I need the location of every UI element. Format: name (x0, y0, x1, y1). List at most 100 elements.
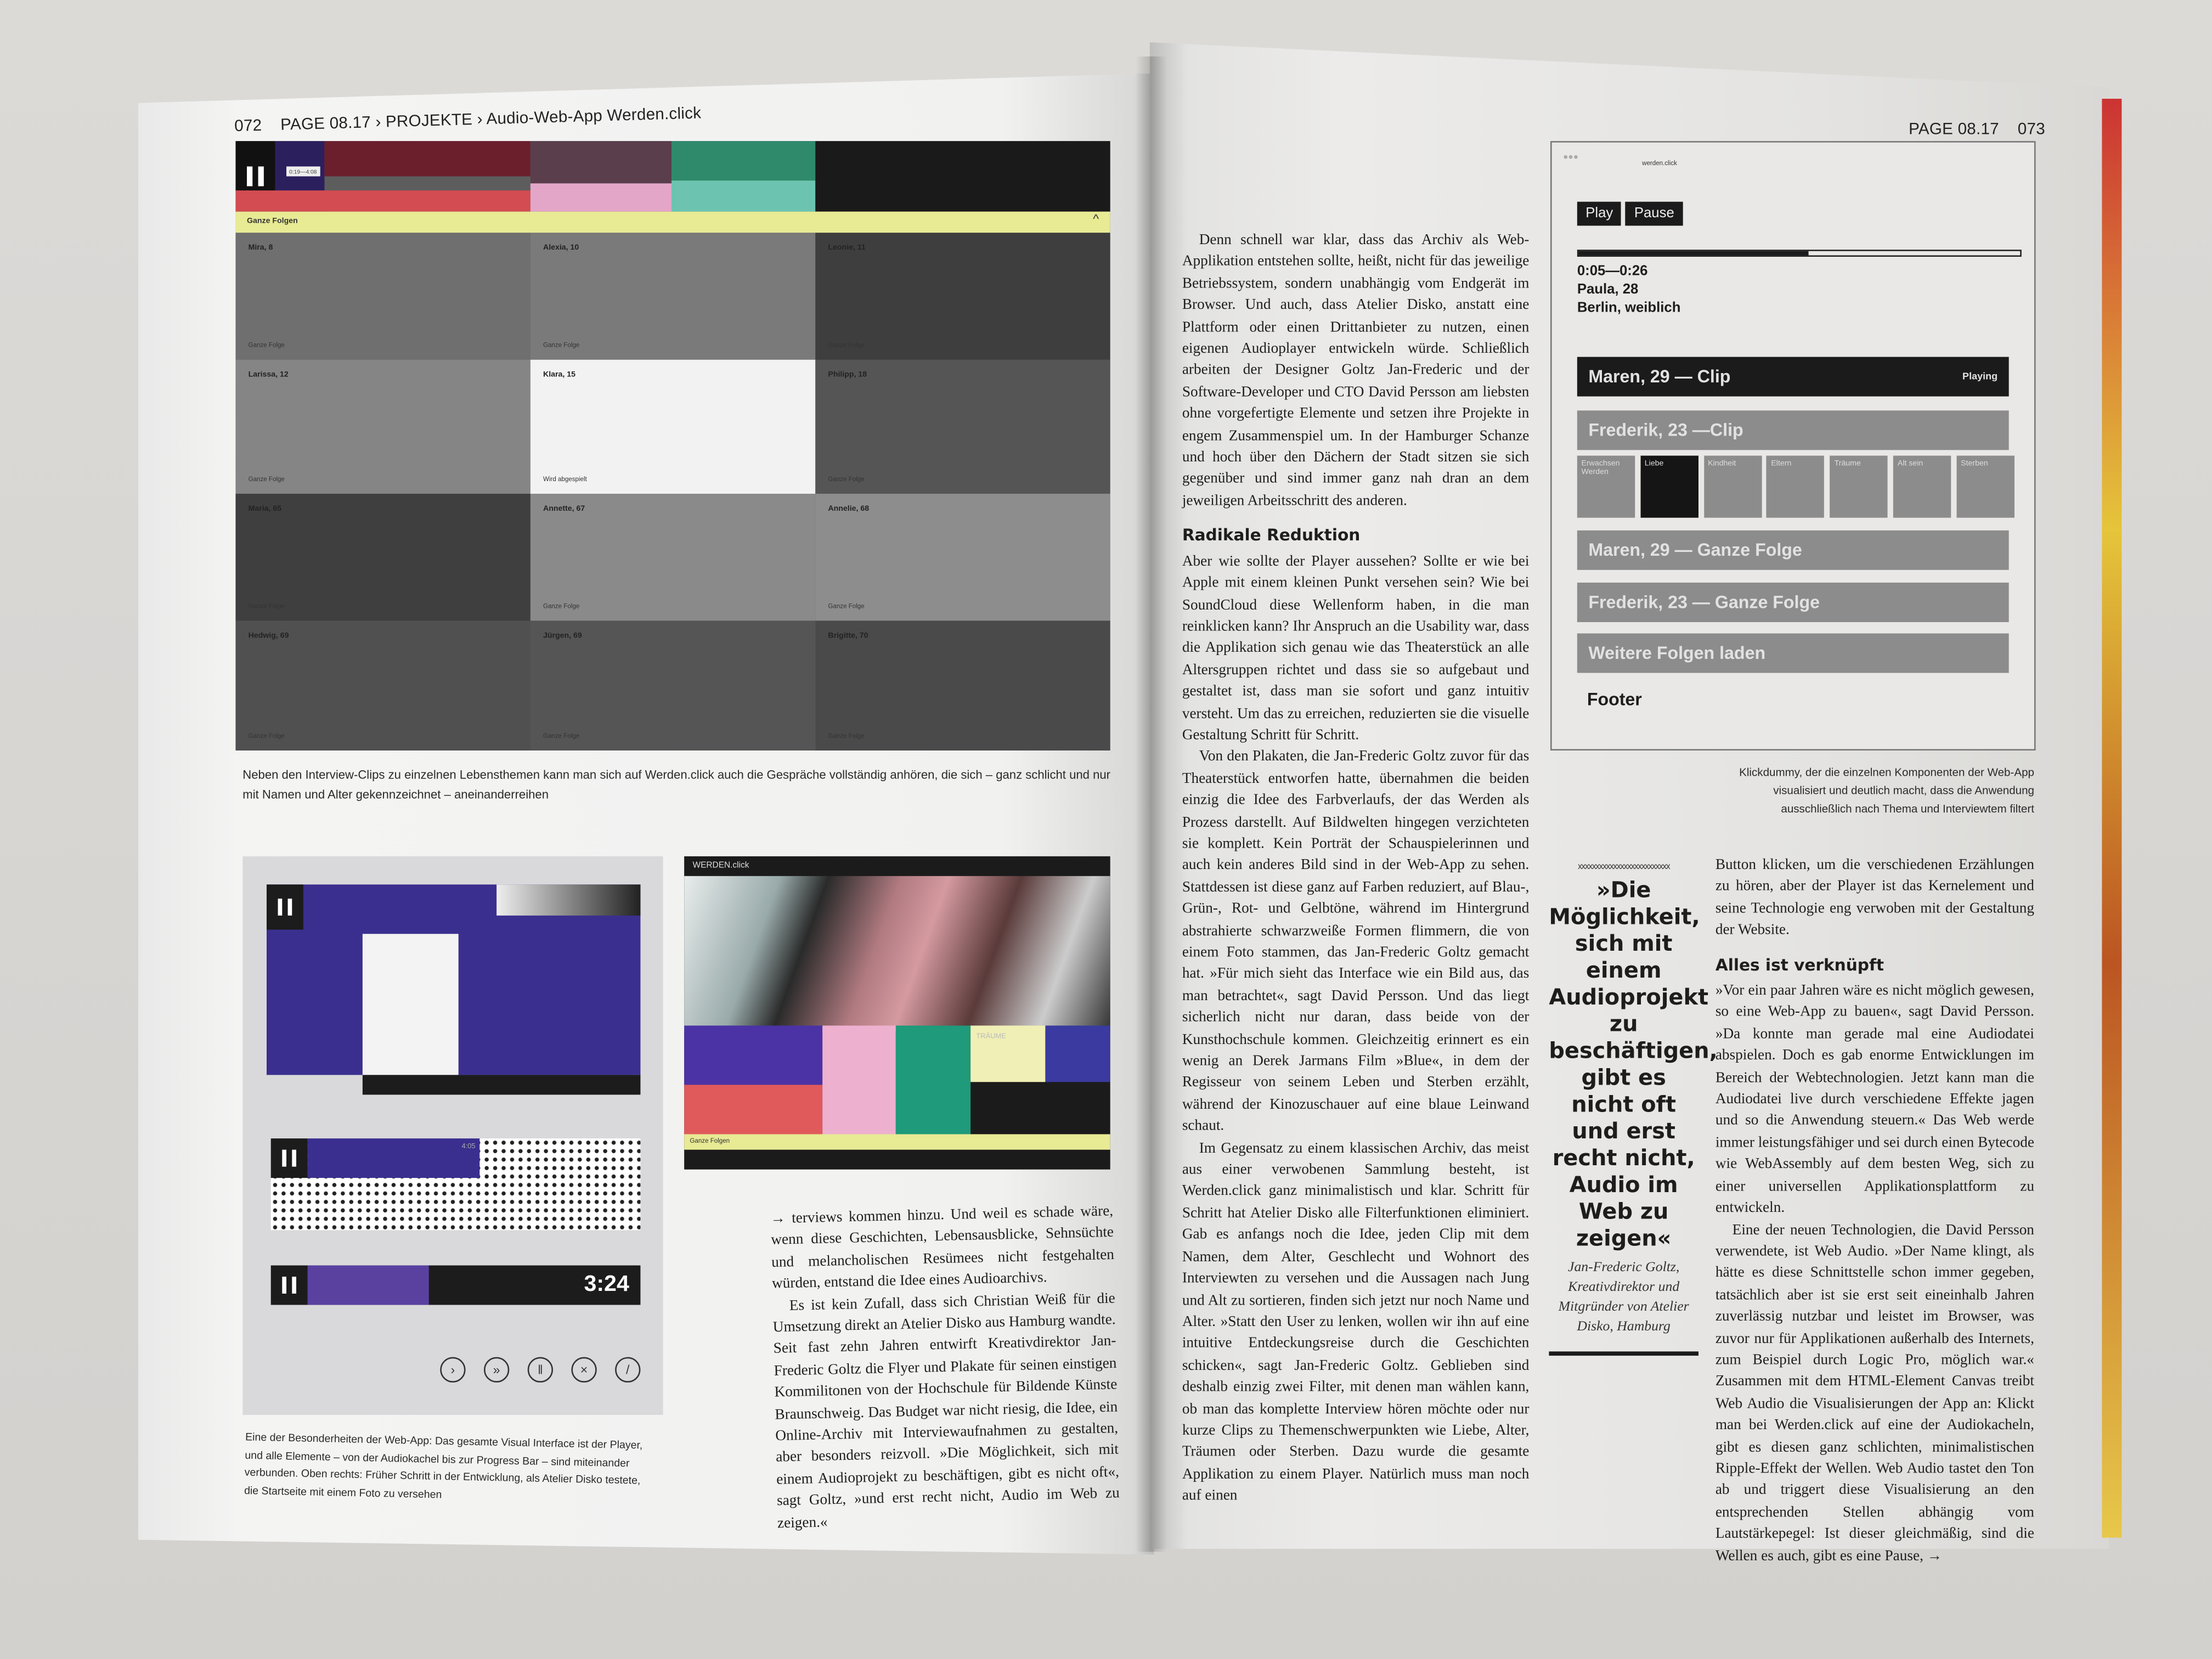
pause-button[interactable]: Pause (1626, 201, 1683, 226)
progress-fill (307, 1265, 429, 1305)
tile-name: Philipp, 18 (828, 371, 867, 380)
topic-tile[interactable]: Sterben (1956, 455, 2015, 518)
progress-fill: 4:05 (307, 1138, 480, 1178)
tile-name: Leonie, 11 (828, 244, 866, 253)
speaker: Paula, 28 (1577, 282, 1639, 298)
color-tile (895, 1025, 971, 1142)
section-bar[interactable]: Ganze Folgen ^ (235, 211, 1110, 233)
decorative-rule: xxxxxxxxxxxxxxxxxxxxxxxxxx (1578, 863, 1670, 872)
dotted-pattern: 4:05 (270, 1138, 641, 1231)
audio-tile[interactable]: Mira, 8 Ganze Folge (235, 233, 531, 360)
audio-tile[interactable]: Maria, 65 Ganze Folge (235, 493, 531, 621)
photo-mockup: WERDEN.click TRÄUME Ganze Folgen (684, 856, 1110, 1170)
tile-label: TRÄUME (976, 1032, 1006, 1041)
episode-row[interactable]: Frederik, 23 — Ganze Folge (1577, 582, 2009, 622)
audio-tile[interactable]: Hedwig, 69 Ganze Folge (235, 620, 531, 751)
paragraph: Im Gegensatz zu einem klassischen Archiv… (1182, 1141, 1530, 1504)
audio-tile[interactable]: Leonie, 11 Ganze Folge (815, 233, 1110, 360)
topic-tile[interactable]: Träume (1830, 455, 1888, 518)
chevron-up-icon[interactable]: ^ (1093, 212, 1099, 226)
audio-tile[interactable]: Annette, 67 Ganze Folge (530, 493, 816, 621)
color-tile (530, 183, 672, 212)
audio-tile[interactable]: Larissa, 12 Ganze Folge (235, 359, 531, 494)
color-tile (324, 141, 531, 177)
audio-tile[interactable]: Philipp, 18 Ganze Folge (815, 359, 1110, 494)
left-body-column: → terviews kommen hinzu. Und weil es sch… (770, 1201, 1120, 1535)
player-mockup-small: 3:24 (270, 1265, 641, 1305)
paragraph: Von den Plakaten, die Jan-Frederic Goltz… (1182, 749, 1530, 1135)
section-bar[interactable]: Ganze Folgen (684, 1134, 1110, 1150)
progress-time: 4:05 (461, 1142, 476, 1152)
player-mockups: 4:05 3:24 › » ‖ × / (242, 856, 663, 1415)
pause-icon (282, 1277, 296, 1294)
play-button[interactable]: Play (1577, 201, 1622, 226)
audio-tile[interactable]: Alexia, 10 Ganze Folge (530, 233, 816, 360)
pause-icon (282, 1149, 296, 1167)
divider (1549, 1351, 1699, 1356)
right-body-column-1: Denn schnell war klar, dass das Archiv a… (1182, 230, 1530, 1508)
topic-tile[interactable]: Kindheit (1703, 455, 1762, 518)
speaker-meta: Berlin, weiblich (1577, 300, 1681, 316)
episode-row[interactable]: Maren, 29 — Ganze Folge (1577, 530, 2009, 570)
tile-name: Klara, 15 (543, 371, 575, 380)
section-heading: Alles ist verknüpft (1715, 954, 1884, 974)
paragraph: Eine der neuen Technologien, die David P… (1715, 1222, 2034, 1564)
color-tile (671, 180, 816, 212)
paragraph: Es ist kein Zufall, dass sich Christian … (772, 1291, 1120, 1532)
episode-title: Maren, 29 — Ganze Folge (1588, 540, 1802, 560)
topic-tile[interactable]: Alt sein (1893, 455, 1951, 518)
progress-bar[interactable] (1577, 250, 2022, 257)
audio-tile[interactable]: Annelie, 68 Ganze Folge (815, 493, 1110, 621)
wireframe-caption: Klickdummy, der die einzelnen Komponente… (1739, 766, 2034, 816)
audio-tile[interactable]: Brigitte, 70 Ganze Folge (815, 620, 1110, 751)
audio-card (362, 934, 459, 1075)
tile-subtitle: Ganze Folge (248, 602, 285, 610)
tile-subtitle: Ganze Folge (828, 475, 865, 483)
tile-subtitle: Ganze Folge (828, 732, 865, 740)
page-number: 072 (234, 117, 262, 136)
duration: 3:24 (584, 1272, 629, 1297)
topic-tile[interactable]: Eltern (1767, 455, 1825, 518)
play-icon[interactable]: › (440, 1357, 466, 1383)
pause-button (270, 1138, 308, 1178)
slash-icon[interactable]: / (615, 1357, 641, 1383)
now-playing-row[interactable]: Maren, 29 — Clip Playing (1577, 357, 2009, 397)
color-tile (235, 190, 531, 212)
tile-name: Mira, 8 (248, 244, 273, 253)
tile-subtitle: Ganze Folge (543, 732, 580, 740)
episode-grid: Mira, 8 Ganze Folge Alexia, 10 Ganze Folge L… (235, 233, 1110, 751)
progress-fill (1578, 251, 1808, 256)
color-tile (815, 141, 1110, 212)
spine-shadow (1135, 56, 1167, 1552)
logo: WERDEN.click (692, 862, 749, 871)
webapp-screenshot-grid: 0:19—4:08 Ganze Folgen ^ Mira, 8 Ganze Fo… (235, 141, 1110, 751)
paragraph: → terviews kommen hinzu. Und weil es sch… (770, 1204, 1115, 1293)
audio-tile[interactable]: Klara, 15 Wird abgespielt (530, 359, 816, 494)
playing-status: Playing (1962, 371, 1998, 382)
right-body-column-3: Button klicken, um die verschiedenen Erz… (1716, 855, 2034, 1567)
caption-bottom: Eine der Besonderheiten der Web-App: Das… (244, 1430, 643, 1500)
tile-subtitle: Ganze Folge (248, 475, 285, 483)
tile-subtitle: Ganze Folge (248, 732, 285, 740)
pause-button (266, 884, 303, 930)
tile-name: Annelie, 68 (828, 505, 870, 514)
topic-tile[interactable]: Liebe (1640, 455, 1699, 518)
clip-row[interactable]: Frederik, 23 —Clip (1577, 410, 2009, 450)
episode-title: Frederik, 23 — Ganze Folge (1588, 592, 1820, 612)
fast-forward-icon[interactable]: » (483, 1357, 510, 1383)
close-icon[interactable]: × (571, 1357, 597, 1383)
color-tile: TRÄUME (970, 1025, 1046, 1082)
audio-tile[interactable]: Jürgen, 69 Ganze Folge (530, 620, 816, 751)
tile-name: Jürgen, 69 (543, 631, 582, 641)
topic-tile[interactable]: Erwachsen Werden (1577, 455, 1635, 518)
url: werden.click (1642, 159, 1677, 167)
tile-name: Annette, 67 (543, 505, 585, 514)
load-more-button[interactable]: Weitere Folgen laden (1577, 633, 2009, 673)
pause-icon[interactable]: ‖ (527, 1357, 553, 1383)
tile-subtitle: Ganze Folge (543, 341, 580, 349)
tile-subtitle: Ganze Folge (248, 341, 285, 349)
load-more-label: Weitere Folgen laden (1588, 643, 1766, 663)
tile-subtitle: Ganze Folge (828, 341, 865, 349)
background-photo (684, 876, 1110, 1031)
player-controls: Play Pause (1577, 199, 1687, 226)
